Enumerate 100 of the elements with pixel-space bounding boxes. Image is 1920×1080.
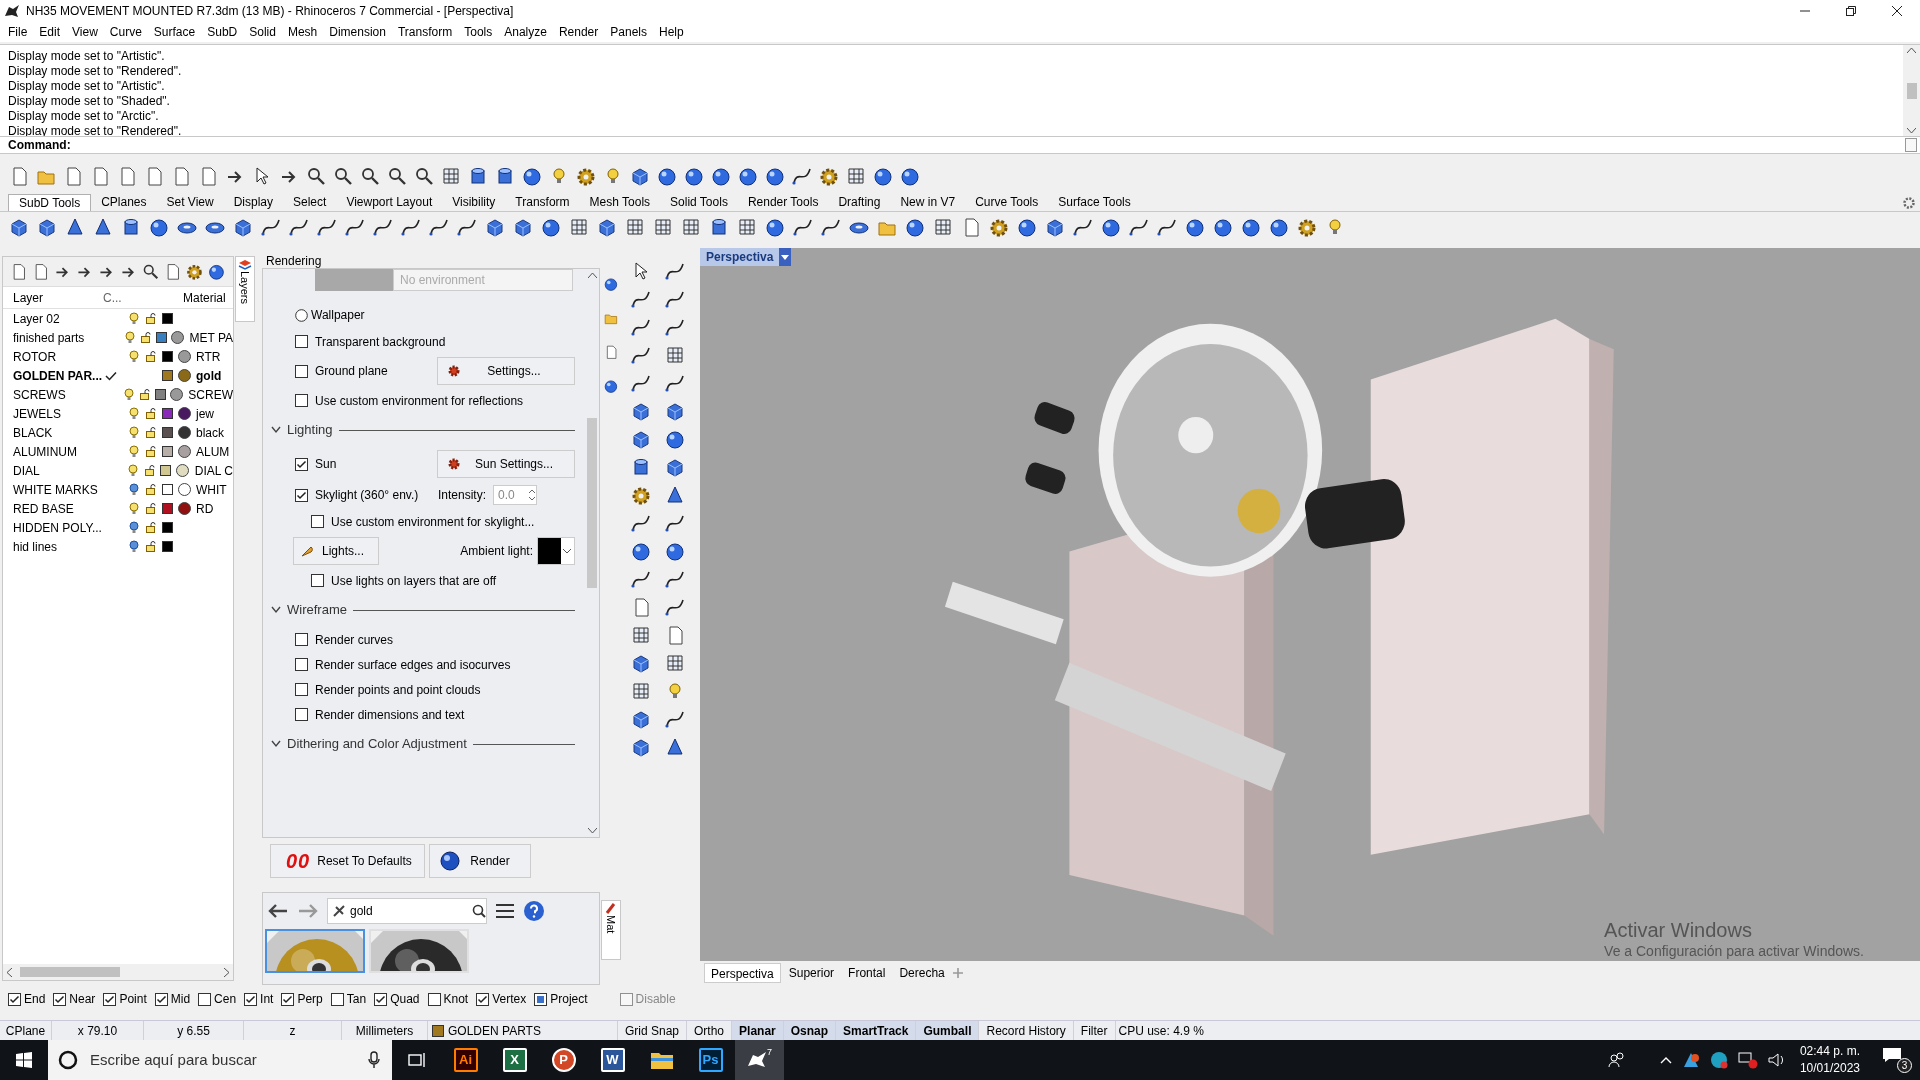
clock-date[interactable]: 10/01/2023 bbox=[1799, 1060, 1860, 1077]
color-swatch[interactable] bbox=[161, 522, 173, 533]
color-swatch[interactable] bbox=[161, 446, 173, 457]
material-swatch[interactable] bbox=[177, 502, 191, 515]
padlock-icon[interactable] bbox=[146, 408, 156, 419]
cone-icon[interactable] bbox=[92, 216, 114, 238]
app-icon[interactable]: W bbox=[600, 1048, 625, 1072]
padlock-icon[interactable] bbox=[146, 541, 156, 552]
padlock-icon[interactable] bbox=[145, 465, 156, 476]
network-icon[interactable] bbox=[1737, 1051, 1758, 1069]
menu-item[interactable]: Dimension bbox=[323, 23, 392, 41]
tray-app-icon[interactable] bbox=[1709, 1051, 1728, 1069]
checkbox[interactable] bbox=[295, 633, 308, 646]
render-button[interactable]: Render bbox=[429, 844, 531, 878]
lightbulb-icon[interactable] bbox=[129, 521, 139, 534]
grid-icon[interactable] bbox=[680, 216, 702, 238]
material-name[interactable]: DIAL C bbox=[191, 461, 233, 480]
caret-icon[interactable] bbox=[781, 254, 790, 260]
sphere-icon[interactable] bbox=[603, 378, 619, 394]
sphere-icon[interactable] bbox=[904, 216, 926, 238]
scrollbar-thumb[interactable] bbox=[20, 967, 120, 977]
viewport-tab[interactable]: Superior bbox=[782, 963, 841, 983]
color-swatch[interactable] bbox=[161, 313, 173, 324]
sphere-icon[interactable] bbox=[764, 165, 786, 187]
notification-button[interactable]: 3 bbox=[1882, 1047, 1912, 1073]
layer-name[interactable]: BLACK bbox=[3, 423, 105, 442]
color-swatch[interactable] bbox=[154, 389, 166, 400]
menu-item[interactable]: Render bbox=[552, 23, 605, 41]
menu-item[interactable]: Analyze bbox=[498, 23, 553, 41]
magnifier-icon[interactable] bbox=[413, 165, 435, 187]
layer-name[interactable]: ALUMINUM bbox=[3, 442, 105, 461]
material-name[interactable]: RTR bbox=[193, 347, 221, 366]
grid-icon[interactable] bbox=[630, 680, 652, 702]
grid-icon[interactable] bbox=[736, 216, 758, 238]
layer-name[interactable]: finished parts bbox=[3, 328, 102, 347]
checkbox[interactable] bbox=[295, 488, 308, 502]
checkbox[interactable] bbox=[154, 992, 168, 1006]
grid-icon[interactable] bbox=[630, 624, 652, 646]
color-swatch[interactable] bbox=[160, 465, 172, 476]
sphere-icon[interactable] bbox=[1240, 216, 1262, 238]
grid-icon[interactable] bbox=[440, 165, 462, 187]
material-swatch[interactable] bbox=[177, 483, 191, 496]
status-toggle[interactable]: Planar bbox=[732, 1021, 784, 1040]
lightbulb-icon[interactable] bbox=[123, 388, 134, 401]
reset-button[interactable]: 00 Reset To Defaults bbox=[270, 844, 425, 878]
menu-item[interactable]: View bbox=[66, 23, 104, 41]
layers-tab[interactable]: Layers bbox=[235, 256, 255, 322]
checkbox[interactable] bbox=[8, 992, 21, 1006]
toolbar-tab[interactable]: Display bbox=[223, 194, 283, 211]
sphere-icon[interactable] bbox=[872, 165, 894, 187]
toolbar-tab[interactable]: Select bbox=[283, 194, 337, 211]
material-name[interactable]: jew bbox=[193, 404, 214, 423]
lightbulb-icon[interactable] bbox=[129, 483, 139, 496]
lightbulb-icon[interactable] bbox=[129, 502, 139, 515]
checkbox[interactable] bbox=[295, 457, 308, 471]
sphere-icon[interactable] bbox=[1100, 216, 1122, 238]
checkbox[interactable] bbox=[295, 335, 308, 348]
layer-name[interactable]: SCREWS bbox=[3, 385, 102, 404]
grid-icon[interactable] bbox=[652, 216, 674, 238]
padlock-icon[interactable] bbox=[146, 427, 156, 438]
spin-control[interactable] bbox=[1905, 138, 1917, 152]
section-header[interactable]: Dithering and Color Adjustment bbox=[287, 734, 467, 754]
layer-name[interactable]: ROTOR bbox=[3, 347, 105, 366]
checkbox[interactable] bbox=[103, 992, 117, 1006]
material-swatch[interactable] bbox=[177, 369, 191, 382]
toolbar-tab[interactable]: Mesh Tools bbox=[579, 194, 661, 211]
padlock-icon[interactable] bbox=[140, 332, 151, 343]
material-swatch[interactable] bbox=[177, 407, 191, 420]
lightbulb-icon[interactable] bbox=[129, 312, 139, 325]
magnifier-icon[interactable] bbox=[386, 165, 408, 187]
color-swatch[interactable] bbox=[161, 408, 173, 419]
lightbulb-icon[interactable] bbox=[129, 445, 139, 458]
checkbox[interactable] bbox=[295, 683, 308, 696]
material-swatch[interactable] bbox=[170, 388, 184, 401]
color-swatch[interactable] bbox=[161, 427, 173, 438]
viewport-tab[interactable]: Perspectiva bbox=[704, 963, 781, 983]
toolbar-tab[interactable]: Transform bbox=[505, 194, 580, 211]
padlock-icon[interactable] bbox=[146, 503, 156, 514]
sphere-icon[interactable] bbox=[683, 165, 705, 187]
toolbar-tab[interactable]: Drafting bbox=[828, 194, 891, 211]
padlock-icon[interactable] bbox=[146, 313, 156, 324]
sphere-icon[interactable] bbox=[656, 165, 678, 187]
status-toggle[interactable]: SmartTrack bbox=[836, 1021, 917, 1040]
checkbox[interactable] bbox=[311, 515, 324, 528]
checkbox[interactable] bbox=[330, 992, 344, 1006]
help-icon[interactable] bbox=[523, 900, 545, 922]
lightbulb-icon[interactable] bbox=[129, 540, 139, 553]
checkbox[interactable] bbox=[295, 708, 308, 721]
settings-button[interactable]: Sun Settings... bbox=[437, 450, 575, 478]
section-header[interactable]: Lighting bbox=[287, 420, 333, 440]
checkbox[interactable] bbox=[53, 992, 67, 1006]
sphere-icon[interactable] bbox=[521, 165, 543, 187]
toolbar-tab[interactable]: Set View bbox=[156, 194, 224, 211]
layer-name[interactable]: GOLDEN PAR... bbox=[3, 366, 105, 385]
padlock-icon[interactable] bbox=[140, 389, 151, 400]
sphere-icon[interactable] bbox=[1016, 216, 1038, 238]
taskbar-app-button[interactable]: 7 bbox=[735, 1040, 784, 1080]
gear-icon[interactable] bbox=[185, 262, 204, 281]
color-swatch[interactable] bbox=[161, 484, 173, 495]
material-swatch[interactable] bbox=[171, 331, 185, 344]
